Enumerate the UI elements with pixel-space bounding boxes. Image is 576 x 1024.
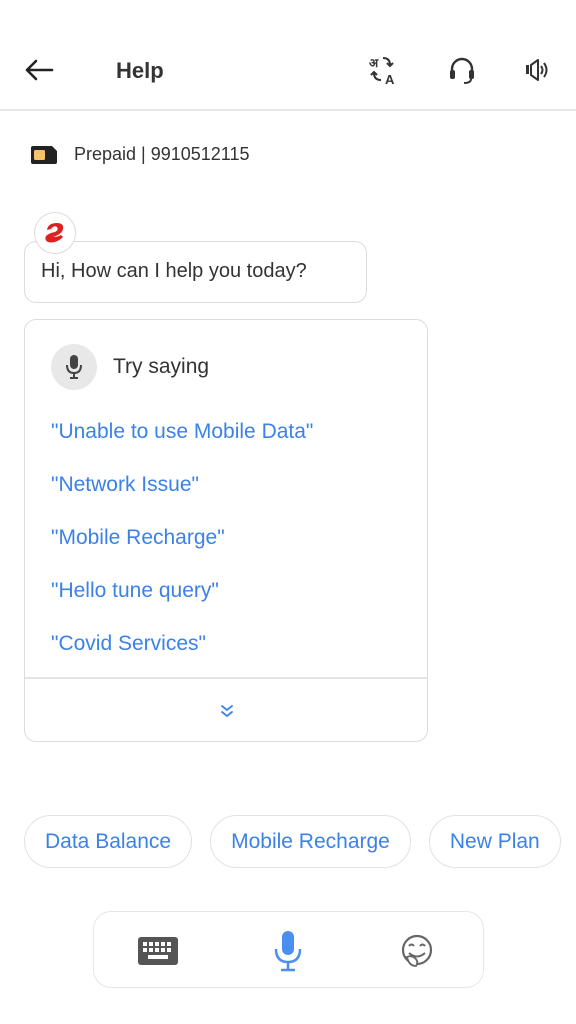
svg-text:अ: अ [369,56,379,70]
voice-input-button[interactable] [266,930,310,972]
app-header: Help अ A [0,0,576,111]
suggestion-item[interactable]: "Network Issue" [51,473,199,497]
support-button[interactable] [444,52,480,88]
bot-avatar [34,212,76,254]
chip-data-balance[interactable]: Data Balance [24,815,193,868]
microphone-icon [66,355,82,379]
translate-icon: अ A [369,56,395,87]
sim-card-icon [31,145,57,164]
microphone-icon [274,931,302,972]
airtel-logo-icon [45,223,64,243]
bot-message: Hi, How can I help you today? [24,241,367,303]
audio-toggle-button[interactable] [520,52,556,88]
svg-text:A: A [385,72,395,87]
chip-mobile-recharge[interactable]: Mobile Recharge [210,815,411,868]
card-divider [25,677,427,679]
suggestion-item[interactable]: "Mobile Recharge" [51,526,225,550]
try-saying-label: Try saying [113,355,210,378]
mic-badge [51,344,97,390]
translate-button[interactable]: अ A [366,52,402,88]
chip-new-plan[interactable]: New Plan [428,815,561,868]
keyboard-icon [138,937,178,965]
double-chevron-down-icon [221,705,233,718]
headset-icon [450,57,474,84]
account-info: Prepaid | 9910512115 [30,144,250,165]
suggestions-card: Try saying "Unable to use Mobile Data" "… [24,319,428,742]
keyboard-button[interactable] [136,930,180,972]
emoji-icon [401,934,433,967]
account-number: Prepaid | 9910512115 [74,144,250,164]
suggestion-item[interactable]: "Unable to use Mobile Data" [51,420,313,444]
back-button[interactable] [22,56,56,84]
back-arrow-icon [25,59,54,81]
speaker-icon [526,59,548,81]
expand-suggestions-button[interactable] [215,700,239,722]
input-bar [93,911,484,988]
emoji-button[interactable] [395,930,439,972]
suggestion-item[interactable]: "Hello tune query" [51,579,219,603]
suggestion-item[interactable]: "Covid Services" [51,632,206,656]
quick-reply-chips: Data Balance Mobile Recharge New Plan [24,815,561,868]
page-title: Help [116,58,164,83]
